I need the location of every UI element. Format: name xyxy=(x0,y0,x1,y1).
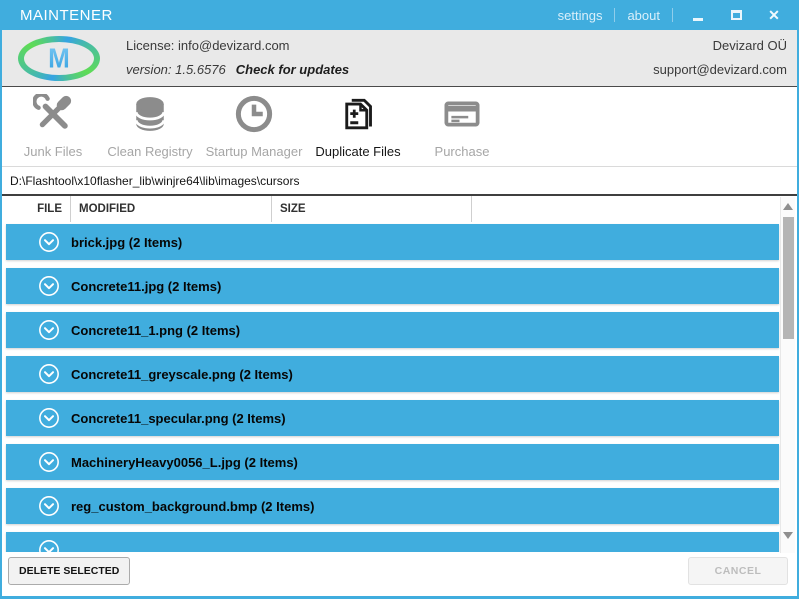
titlebar-separator xyxy=(672,8,673,22)
column-header-modified[interactable]: MODIFIED xyxy=(70,196,271,222)
expand-chevron-icon[interactable] xyxy=(38,451,60,473)
title-bar-controls: settings about ✕ xyxy=(558,5,787,25)
duplicate-group-row[interactable]: brick.jpg (2 Items) xyxy=(6,224,779,260)
minimize-button[interactable] xyxy=(685,5,711,25)
tool-purchase[interactable]: Purchase xyxy=(410,94,514,159)
duplicate-group-row-partial[interactable] xyxy=(6,532,779,552)
table-header: FILE MODIFIED SIZE xyxy=(2,196,783,222)
close-button[interactable]: ✕ xyxy=(761,5,787,25)
version-line: version: 1.5.6576 Check for updates xyxy=(126,62,349,77)
credit-card-icon xyxy=(442,94,482,139)
toolbar: Junk Files Clean Registry Startup Mana xyxy=(2,87,797,167)
duplicate-group-row[interactable]: reg_custom_background.bmp (2 Items) xyxy=(6,488,779,524)
column-header-size[interactable]: SIZE xyxy=(271,196,471,222)
company-name: Devizard OÜ xyxy=(713,38,787,53)
current-path: D:\Flashtool\x10flasher_lib\winjre64\lib… xyxy=(10,174,299,188)
wrench-screwdriver-icon xyxy=(33,94,73,139)
path-bar: D:\Flashtool\x10flasher_lib\winjre64\lib… xyxy=(2,167,797,196)
arrow-down-icon xyxy=(783,532,793,539)
maximize-icon xyxy=(731,10,742,20)
scrollbar-thumb[interactable] xyxy=(783,217,794,339)
group-label: MachineryHeavy0056_L.jpg (2 Items) xyxy=(71,455,298,470)
expand-chevron-icon[interactable] xyxy=(38,231,60,253)
expand-chevron-icon[interactable] xyxy=(38,275,60,297)
license-info: License: info@devizard.com version: 1.5.… xyxy=(126,36,349,80)
app-logo: M xyxy=(18,36,100,81)
support-email: support@devizard.com xyxy=(653,62,787,77)
company-info: Devizard OÜ support@devizard.com xyxy=(653,36,787,80)
group-label: reg_custom_background.bmp (2 Items) xyxy=(71,499,314,514)
scroll-up-button[interactable] xyxy=(781,198,795,214)
column-header-file[interactable]: FILE xyxy=(2,203,70,215)
tool-junk-files[interactable]: Junk Files xyxy=(8,94,98,159)
license-text: License: info@devizard.com xyxy=(126,38,349,53)
logo-letter: M xyxy=(48,42,70,75)
app-logo-inner: M xyxy=(24,42,94,75)
duplicate-group-row[interactable]: Concrete11_greyscale.png (2 Items) xyxy=(6,356,779,392)
group-label: Concrete11.jpg (2 Items) xyxy=(71,279,221,294)
scroll-down-button[interactable] xyxy=(781,527,795,543)
group-label: Concrete11_specular.png (2 Items) xyxy=(71,411,286,426)
close-icon: ✕ xyxy=(768,8,780,22)
duplicate-group-row[interactable]: Concrete11_specular.png (2 Items) xyxy=(6,400,779,436)
database-icon xyxy=(130,94,170,139)
group-label: Concrete11_greyscale.png (2 Items) xyxy=(71,367,293,382)
cancel-button[interactable]: CANCEL xyxy=(688,557,788,585)
expand-chevron-icon[interactable] xyxy=(38,407,60,429)
tool-label: Purchase xyxy=(435,144,490,159)
tool-duplicate-files[interactable]: Duplicate Files xyxy=(306,94,410,159)
tool-label: Startup Manager xyxy=(206,144,303,159)
group-label: brick.jpg (2 Items) xyxy=(71,235,182,250)
tool-label: Clean Registry xyxy=(107,144,192,159)
tool-label: Junk Files xyxy=(24,144,83,159)
app-title: MAINTENER xyxy=(20,7,113,24)
duplicate-group-row[interactable]: Concrete11.jpg (2 Items) xyxy=(6,268,779,304)
duplicate-groups-list: brick.jpg (2 Items) Concrete11.jpg (2 It… xyxy=(2,222,797,552)
group-label: Concrete11_1.png (2 Items) xyxy=(71,323,240,338)
minimize-icon xyxy=(693,18,703,21)
tool-startup-manager[interactable]: Startup Manager xyxy=(202,94,306,159)
version-text: version: 1.5.6576 xyxy=(126,62,226,77)
about-menu-item[interactable]: about xyxy=(627,8,660,23)
delete-selected-button[interactable]: DELETE SELECTED xyxy=(8,557,130,585)
duplicate-documents-icon xyxy=(338,94,378,139)
settings-menu-item[interactable]: settings xyxy=(558,8,603,23)
license-header: M License: info@devizard.com version: 1.… xyxy=(2,30,797,87)
app-window: MAINTENER settings about ✕ M License: in… xyxy=(0,0,799,599)
expand-chevron-icon[interactable] xyxy=(38,319,60,341)
expand-chevron-icon[interactable] xyxy=(38,495,60,517)
arrow-up-icon xyxy=(783,203,793,210)
check-for-updates-link[interactable]: Check for updates xyxy=(236,62,349,77)
titlebar-separator xyxy=(614,8,615,22)
title-bar: MAINTENER settings about ✕ xyxy=(2,0,797,30)
duplicate-group-row[interactable]: Concrete11_1.png (2 Items) xyxy=(6,312,779,348)
expand-chevron-icon[interactable] xyxy=(38,539,60,552)
expand-chevron-icon[interactable] xyxy=(38,363,60,385)
column-header-empty xyxy=(471,196,783,222)
duplicate-group-row[interactable]: MachineryHeavy0056_L.jpg (2 Items) xyxy=(6,444,779,480)
tool-clean-registry[interactable]: Clean Registry xyxy=(98,94,202,159)
tool-label: Duplicate Files xyxy=(315,144,400,159)
maximize-button[interactable] xyxy=(723,5,749,25)
clock-icon xyxy=(234,94,274,139)
vertical-scrollbar[interactable] xyxy=(780,197,795,553)
action-bar: DELETE SELECTED CANCEL xyxy=(2,552,797,596)
